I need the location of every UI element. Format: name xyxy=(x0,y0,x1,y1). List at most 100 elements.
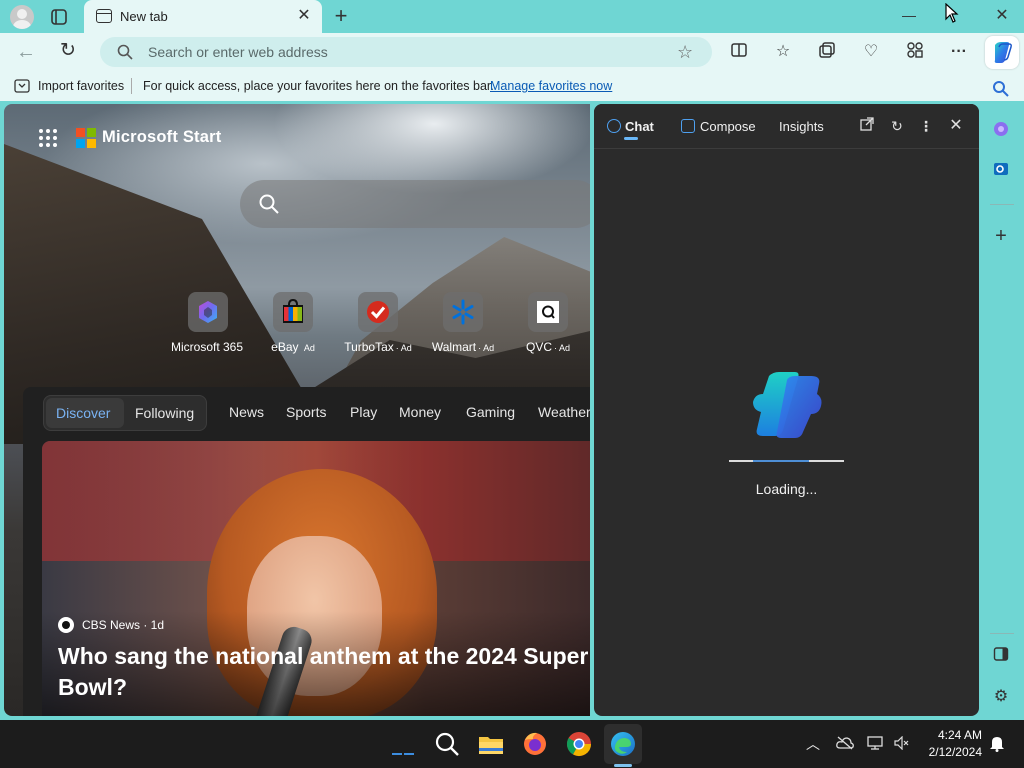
feed-toggle: Discover Following xyxy=(43,395,207,431)
search-taskbar-icon[interactable] xyxy=(433,730,461,758)
address-input[interactable] xyxy=(148,42,668,62)
tile-label: Microsoft 365 xyxy=(170,340,244,354)
chrome-icon[interactable] xyxy=(565,730,593,758)
copilot-icon xyxy=(994,42,1012,63)
feed-tab-weather[interactable]: Weather xyxy=(538,404,590,420)
tab-new-tab[interactable]: New tab ✕ xyxy=(84,0,322,33)
clock-time: 4:24 AM xyxy=(937,728,982,742)
navigation-toolbar: ← ↻ ☆ ☆ ♡ ··· xyxy=(0,33,1024,71)
collections-icon[interactable] xyxy=(816,41,838,63)
walmart-icon xyxy=(443,292,483,332)
active-tab-indicator xyxy=(624,137,638,140)
tab-compose[interactable]: Compose xyxy=(700,119,756,134)
ad-badge: · Ad xyxy=(554,343,571,353)
tab-chat[interactable]: Chat xyxy=(625,119,654,134)
cbs-news-logo-icon xyxy=(58,617,74,633)
notifications-bell-icon[interactable] xyxy=(989,735,1005,755)
news-feed: Discover Following News Sports Play Mone… xyxy=(23,387,590,716)
tile-label: TurboTax xyxy=(344,340,394,354)
copilot-panel: Chat Compose Insights ↻ ⋮ ✕ Loading... xyxy=(594,104,979,716)
mouse-cursor-icon xyxy=(945,3,959,23)
feed-tab-news[interactable]: News xyxy=(229,404,264,420)
ebay-icon xyxy=(273,292,313,332)
tab-actions-icon[interactable] xyxy=(48,6,70,28)
hero-news-card[interactable]: CBS News · 1d Who sang the national anth… xyxy=(42,441,590,716)
feed-tab-play[interactable]: Play xyxy=(350,404,377,420)
app-launcher-icon[interactable] xyxy=(38,128,58,148)
page-search-box[interactable] xyxy=(240,180,590,228)
brand-title: Microsoft Start xyxy=(102,128,222,146)
volume-muted-icon[interactable] xyxy=(894,735,910,753)
favorites-icon[interactable]: ☆ xyxy=(772,41,794,63)
edge-icon[interactable] xyxy=(609,730,637,758)
system-clock[interactable]: 4:24 AM 2/12/2024 xyxy=(920,727,982,761)
settings-gear-icon[interactable]: ⚙ xyxy=(990,686,1012,708)
copilot-panel-header: Chat Compose Insights ↻ ⋮ ✕ xyxy=(594,104,979,149)
tile-label: QVC xyxy=(525,340,552,354)
search-icon xyxy=(117,44,133,60)
turbotax-icon xyxy=(358,292,398,332)
ad-badge: · Ad xyxy=(395,343,412,353)
compose-icon xyxy=(681,119,695,133)
tab-following[interactable]: Following xyxy=(135,405,194,421)
file-explorer-icon[interactable] xyxy=(477,730,505,758)
onedrive-icon[interactable] xyxy=(836,736,854,753)
title-bar: New tab ✕ + — ✕ xyxy=(0,0,1024,33)
quick-link-qvc[interactable]: QVC · Ad xyxy=(498,292,590,354)
sidebar-divider xyxy=(990,204,1014,205)
hide-sidebar-icon[interactable] xyxy=(990,646,1012,668)
refresh-icon[interactable]: ↻ xyxy=(60,40,82,62)
browser-essentials-icon[interactable]: ♡ xyxy=(860,41,882,63)
search-sidebar-icon[interactable] xyxy=(990,80,1012,102)
widgets-icon[interactable] xyxy=(388,730,416,758)
new-tab-icon xyxy=(96,9,112,23)
outlook-icon[interactable] xyxy=(990,160,1012,182)
microsoft-logo-icon xyxy=(76,128,96,148)
close-window-button[interactable]: ✕ xyxy=(988,4,1016,28)
start-page: Microsoft Start Microsoft 365 eBay Ad Tu… xyxy=(4,104,590,716)
firefox-icon[interactable] xyxy=(521,730,549,758)
open-in-new-icon[interactable] xyxy=(857,116,877,136)
tile-label: Walmart xyxy=(431,340,477,354)
feed-tab-money[interactable]: Money xyxy=(399,404,441,420)
sidebar-divider xyxy=(990,633,1014,634)
active-app-indicator xyxy=(614,764,632,767)
ad-badge: Ad xyxy=(303,343,315,353)
refresh-icon[interactable]: ↻ xyxy=(887,116,907,136)
add-icon[interactable]: + xyxy=(990,225,1012,247)
ad-badge: · Ad xyxy=(478,343,495,353)
show-hidden-icons-icon[interactable]: ︿ xyxy=(806,734,820,754)
import-favorites-link[interactable]: Import favorites xyxy=(38,79,124,93)
address-bar[interactable]: ☆ xyxy=(100,37,712,67)
tile-label: eBay xyxy=(271,340,299,354)
more-options-icon[interactable]: ··· xyxy=(948,41,970,63)
close-icon[interactable]: ✕ xyxy=(946,116,966,136)
extensions-icon[interactable] xyxy=(904,41,926,63)
taskbar: ︿ 4:24 AM 2/12/2024 xyxy=(0,720,1024,768)
article-headline[interactable]: Who sang the national anthem at the 2024… xyxy=(58,641,590,703)
copilot-logo-icon xyxy=(753,372,822,438)
network-icon[interactable] xyxy=(867,736,885,753)
favorite-star-icon[interactable]: ☆ xyxy=(677,41,693,63)
minimize-button[interactable]: — xyxy=(895,4,923,28)
import-favorites-icon xyxy=(14,79,30,93)
feed-tab-sports[interactable]: Sports xyxy=(286,404,326,420)
tab-insights[interactable]: Insights xyxy=(779,119,824,134)
loading-text: Loading... xyxy=(755,481,818,497)
profile-avatar-icon[interactable] xyxy=(10,5,34,29)
feed-tab-gaming[interactable]: Gaming xyxy=(466,404,515,420)
copilot-sidebar-icon[interactable] xyxy=(990,120,1012,142)
tab-discover[interactable]: Discover xyxy=(56,405,110,421)
manage-favorites-link[interactable]: Manage favorites now xyxy=(490,79,612,93)
search-icon xyxy=(259,194,279,214)
copilot-button[interactable] xyxy=(985,36,1019,69)
back-arrow-icon[interactable]: ← xyxy=(16,41,38,63)
favorites-bar: Import favorites For quick access, place… xyxy=(0,71,1024,101)
close-tab-icon[interactable]: ✕ xyxy=(294,6,314,26)
divider xyxy=(131,78,132,94)
split-screen-icon[interactable] xyxy=(728,41,750,63)
qvc-icon xyxy=(528,292,568,332)
more-options-icon[interactable]: ⋮ xyxy=(916,116,936,136)
favorites-bar-message: For quick access, place your favorites h… xyxy=(143,79,494,93)
new-tab-button[interactable]: + xyxy=(330,4,352,28)
